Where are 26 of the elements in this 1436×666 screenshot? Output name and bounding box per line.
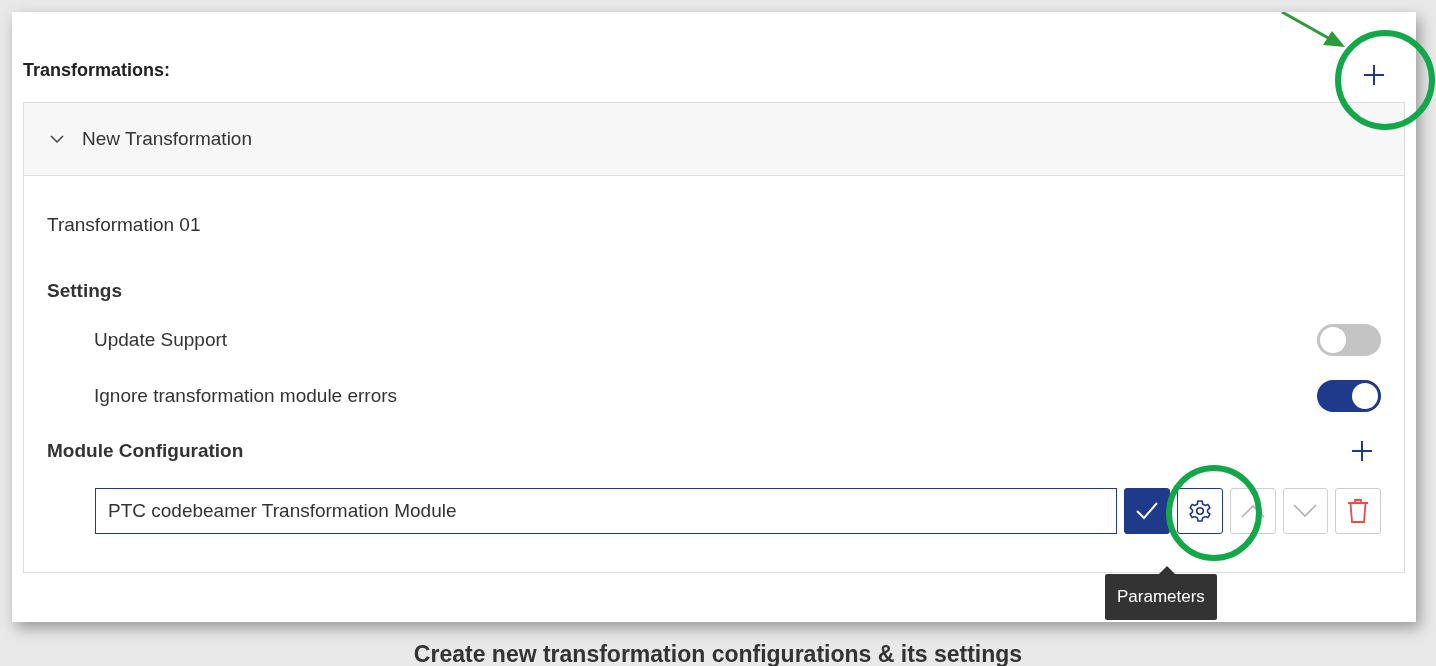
setting-label: Ignore transformation module errors [94, 385, 398, 407]
settings-heading: Settings [47, 280, 122, 302]
section-title: Transformations: [23, 58, 171, 81]
delete-button[interactable] [1335, 488, 1382, 534]
toggle-switch[interactable] [1317, 380, 1381, 412]
check-icon [1135, 501, 1160, 521]
setting-label: Update Support [94, 329, 228, 351]
chevron-down-icon [1293, 504, 1318, 518]
module-configuration-heading: Module Configuration [47, 440, 244, 462]
transformation-name: Transformation 01 [47, 214, 201, 236]
tooltip: Parameters [1105, 574, 1217, 620]
confirm-button[interactable] [1124, 488, 1171, 534]
add-transformation-button[interactable] [1361, 62, 1387, 88]
annotation-arrow [1281, 12, 1345, 47]
caption: Create new transformation configurations & its settings [413, 640, 1023, 666]
trash-icon [1347, 498, 1370, 524]
plus-icon [1349, 438, 1375, 464]
plus-icon [1361, 62, 1387, 88]
settings-icon [1188, 499, 1212, 523]
chevron-up-icon [1240, 504, 1265, 518]
toggle-switch[interactable] [1317, 324, 1381, 356]
settings-button[interactable] [1177, 488, 1223, 534]
add-module-button[interactable] [1349, 438, 1375, 464]
chevron-icon [50, 132, 64, 146]
accordion-header[interactable]: New Transformation [24, 103, 1404, 176]
module-field[interactable]: PTC codebeamer Transformation Module [95, 488, 1118, 534]
